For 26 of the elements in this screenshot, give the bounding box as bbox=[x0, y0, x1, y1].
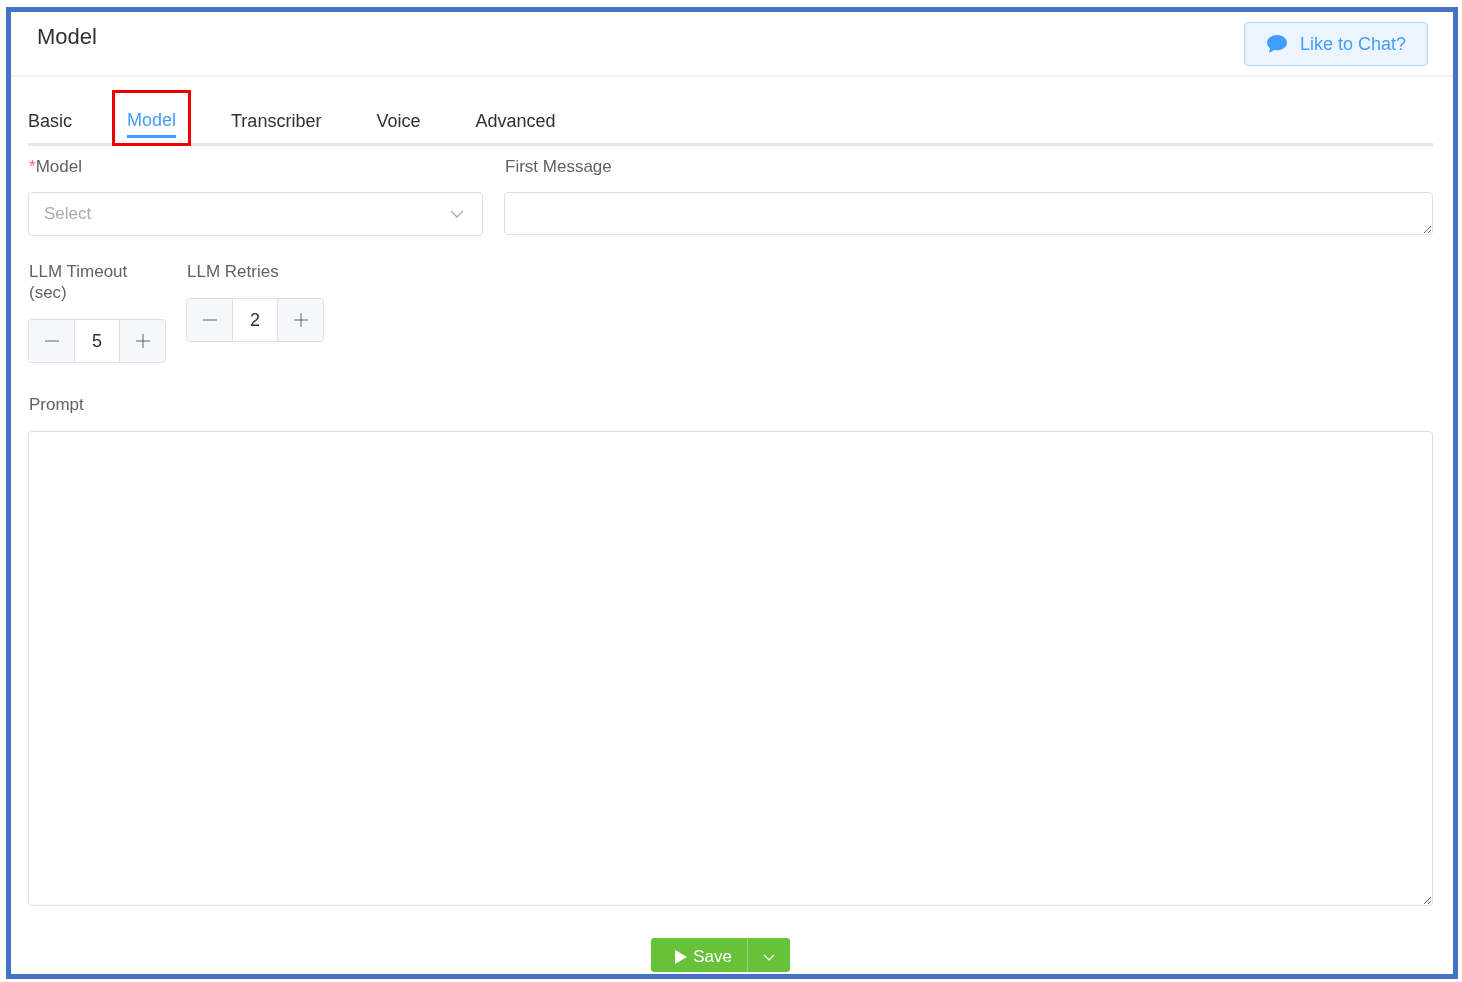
first-message-field[interactable] bbox=[504, 192, 1433, 235]
chat-bubble-icon bbox=[1265, 34, 1288, 54]
minus-icon bbox=[44, 340, 59, 342]
increment-button[interactable] bbox=[120, 320, 165, 362]
chevron-down-icon bbox=[762, 953, 775, 961]
field-label: Prompt bbox=[29, 394, 85, 415]
increment-button[interactable] bbox=[278, 299, 323, 341]
play-icon bbox=[675, 950, 688, 964]
decrement-button[interactable] bbox=[29, 320, 74, 362]
field-label: LLM Timeout (sec) bbox=[29, 261, 129, 303]
plus-icon bbox=[293, 313, 308, 327]
field-label: First Message bbox=[505, 156, 613, 177]
plus-icon bbox=[135, 334, 150, 348]
field-label: LLM Retries bbox=[187, 261, 280, 282]
prompt-field[interactable] bbox=[28, 431, 1433, 906]
save-dropdown-button[interactable] bbox=[746, 938, 790, 972]
tab[interactable]: Basic bbox=[28, 94, 72, 140]
chevron-down-icon bbox=[450, 210, 464, 218]
field-label: Model bbox=[35, 156, 82, 177]
tab[interactable]: Voice bbox=[376, 94, 421, 140]
decrement-button[interactable] bbox=[187, 299, 232, 341]
minus-icon bbox=[202, 319, 217, 321]
tab[interactable]: Advanced bbox=[475, 94, 556, 140]
tab[interactable]: Transcriber bbox=[231, 94, 322, 140]
required-mark: * bbox=[29, 156, 36, 177]
page-title: Model bbox=[37, 24, 97, 50]
